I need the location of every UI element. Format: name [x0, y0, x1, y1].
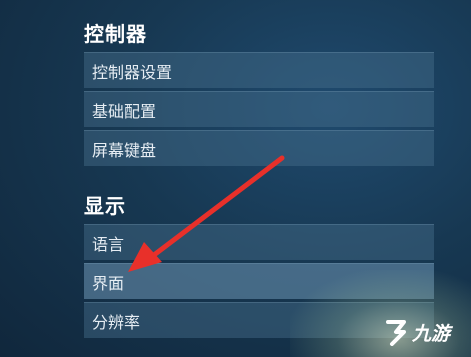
logo-text: 九游	[412, 322, 451, 345]
red-arrow-annotation	[128, 155, 285, 272]
logo-icon	[386, 320, 406, 346]
watermark-logo: 九游	[384, 318, 450, 346]
